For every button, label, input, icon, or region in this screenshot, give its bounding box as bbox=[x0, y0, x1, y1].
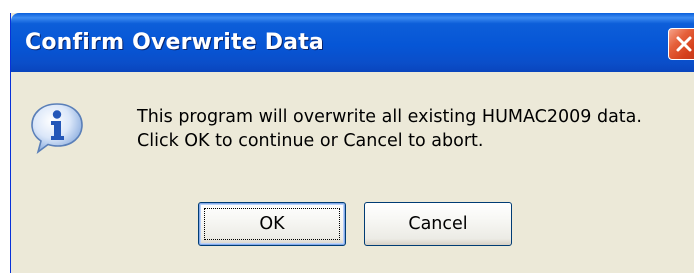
cancel-button[interactable]: Cancel bbox=[364, 202, 512, 246]
information-icon bbox=[31, 103, 83, 155]
window-title: Confirm Overwrite Data bbox=[25, 30, 324, 55]
message-line-1: This program will overwrite all existing… bbox=[137, 107, 642, 127]
cancel-button-label: Cancel bbox=[408, 214, 468, 234]
confirm-dialog: Confirm Overwrite Data This program will… bbox=[10, 13, 694, 273]
ok-button[interactable]: OK bbox=[198, 202, 346, 246]
title-bar[interactable]: Confirm Overwrite Data bbox=[11, 13, 694, 72]
close-button[interactable] bbox=[668, 28, 694, 60]
message-line-2: Click OK to continue or Cancel to abort. bbox=[137, 131, 484, 151]
message-text: This program will overwrite all existing… bbox=[137, 105, 642, 153]
ok-button-label: OK bbox=[259, 214, 285, 234]
dialog-body: This program will overwrite all existing… bbox=[11, 72, 694, 273]
close-icon bbox=[676, 36, 692, 52]
